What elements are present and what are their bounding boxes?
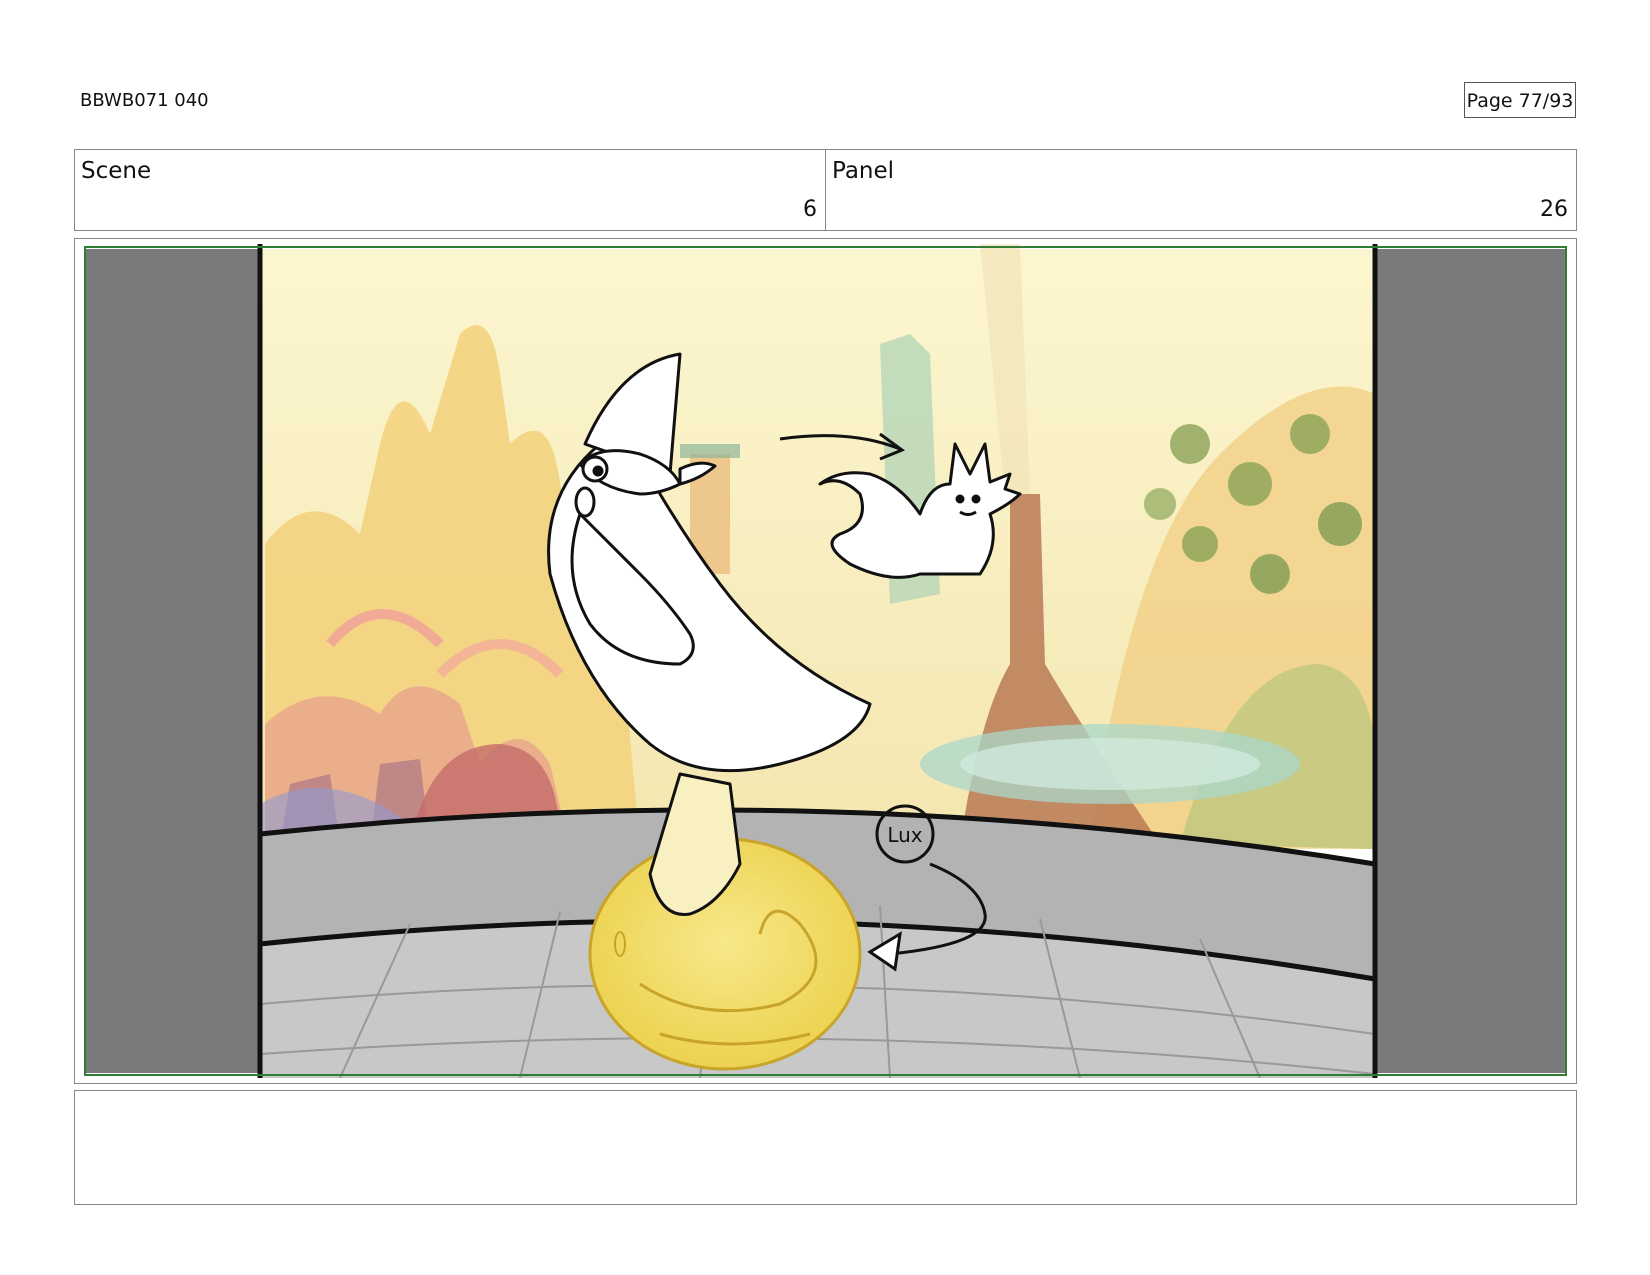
doc-code: BBWB071 040 bbox=[80, 90, 209, 111]
panel-cell: Panel 26 bbox=[825, 150, 1576, 230]
left-side-mask bbox=[85, 249, 260, 1073]
storyboard-drawing: Lux bbox=[84, 244, 1567, 1078]
background-scenery bbox=[260, 244, 1375, 849]
scene-cell: Scene 6 bbox=[75, 150, 825, 230]
scene-panel-info: Scene 6 Panel 26 bbox=[74, 149, 1577, 231]
scene-number: 6 bbox=[803, 197, 817, 222]
panel-number: 26 bbox=[1540, 197, 1568, 222]
scene-label: Scene bbox=[81, 158, 152, 184]
right-side-mask bbox=[1375, 249, 1565, 1073]
panel-label: Panel bbox=[832, 158, 895, 184]
storyboard-frame: Lux bbox=[74, 238, 1577, 1084]
lux-label: Lux bbox=[887, 823, 922, 847]
dialogue-notes-box bbox=[74, 1090, 1577, 1205]
page-number-box: Page 77/93 bbox=[1464, 82, 1576, 118]
